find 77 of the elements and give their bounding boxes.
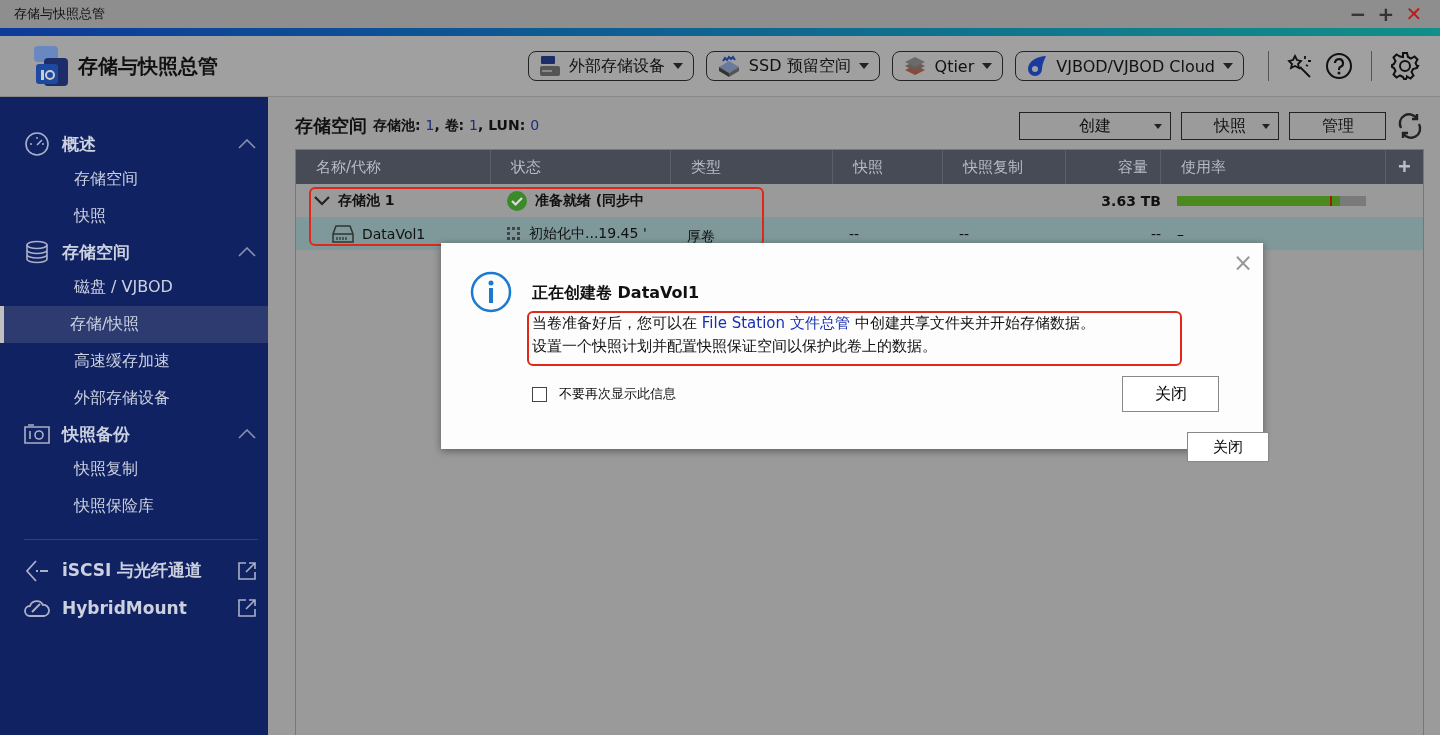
drive-icon [538,55,561,77]
column-header[interactable]: 使用率 [1161,150,1386,184]
storage-logo-icon [34,46,68,86]
table-cell: 厚卷 [687,227,715,246]
menu-dropdown[interactable]: VJBOD/VJBOD Cloud [1015,51,1244,81]
column-header[interactable]: 快照复制 [943,150,1066,184]
menu-dropdown[interactable]: 外部存储设备 [527,51,694,81]
magic-wand-icon[interactable] [1287,53,1313,79]
ssd-icon [716,55,741,77]
sidebar-item[interactable]: 存储空间 [0,161,268,198]
file-station-link[interactable]: File Station 文件总管 [701,314,850,332]
action-button[interactable]: 创建 [1019,112,1171,140]
table-cell: 3.63 TB [1101,192,1161,209]
close-dialog-button[interactable]: 关闭 [1122,376,1219,412]
table-cell: DataVol1 [362,225,426,242]
sidebar-link[interactable]: HybridMount [62,597,226,618]
check-circle-icon [507,190,527,211]
column-header[interactable]: 快照 [833,150,943,184]
settings-icon[interactable] [1390,51,1420,81]
app-title: 存储与快照总管 [78,52,219,80]
table-cell: -- [1150,225,1161,242]
table-cell: -- [959,225,970,242]
chevron-up-icon[interactable] [238,139,256,149]
swoosh-icon [1026,55,1049,77]
action-button[interactable]: 快照 [1181,112,1279,140]
help-icon[interactable] [1325,52,1353,80]
minimize-button[interactable]: − [1344,2,1372,26]
caret-icon [1154,124,1162,129]
external-link-icon[interactable] [238,598,256,617]
table-cell: 准备就绪 (同步中 [535,191,645,210]
column-header[interactable]: 类型 [671,150,833,184]
table-cell: 初始化中...19.45 ' [529,224,647,243]
disk-icon [332,224,354,243]
sidebar-item[interactable]: 快照复制 [0,451,268,488]
sidebar-item[interactable]: 磁盘 / VJBOD [0,269,268,306]
caret-icon [1223,63,1233,69]
sidebar-group[interactable]: 概述 [62,132,226,156]
sidebar-link[interactable]: iSCSI 与光纤通道 [62,559,226,582]
maximize-button[interactable]: + [1372,2,1400,26]
column-header[interactable]: 名称/代称 [296,150,491,184]
external-link-icon[interactable] [238,561,256,580]
chevron-up-icon[interactable] [238,429,256,439]
sidebar-group[interactable]: 快照备份 [62,422,226,446]
checkbox[interactable] [532,386,547,402]
caret-icon [1262,124,1270,129]
gauge-icon [24,131,50,157]
window-title: 存储与快照总管 [14,5,106,23]
table-cell: 存储池 1 [338,191,395,210]
chevron-up-icon[interactable] [238,247,256,257]
add-column-button[interactable]: + [1386,150,1423,184]
section-title: 存储空间 [295,114,367,138]
menu-dropdown[interactable]: Qtier [891,51,1004,81]
menu-dropdown[interactable]: SSD 预留空间 [705,51,880,81]
checkbox-label[interactable]: 不要再次显示此信息 [559,385,676,403]
sidebar-item[interactable]: 快照 [0,198,268,235]
dialog-title: 正在创建卷 DataVol1 [532,283,701,304]
caret-icon [982,63,993,69]
column-header[interactable]: 状态 [491,150,671,184]
sidebar-item[interactable]: 高速缓存加速 [0,343,268,380]
sidebar-item[interactable]: 快照保险库 [0,488,268,525]
pool-stats: 存储池: 1, 卷: 1, LUN: 0 [373,117,541,135]
sidebar-group[interactable]: 存储空间 [62,240,226,264]
refresh-icon[interactable] [1396,112,1424,140]
sidebar-item[interactable]: 存储/快照 [0,306,268,343]
camera-icon [24,423,50,445]
database-icon [24,239,50,265]
action-button[interactable]: 管理 [1289,112,1386,140]
table-cell: – [1177,225,1184,242]
caret-icon [672,63,683,69]
column-header[interactable]: 容量 [1066,150,1161,184]
caret-icon [858,63,869,69]
grid-icon [507,226,521,241]
info-icon [470,271,512,313]
sidebar-item[interactable]: 外部存储设备 [0,380,268,417]
table-cell: -- [849,225,860,242]
close-button[interactable]: 关闭 [1187,432,1269,462]
chevron-down-icon[interactable] [314,195,330,206]
